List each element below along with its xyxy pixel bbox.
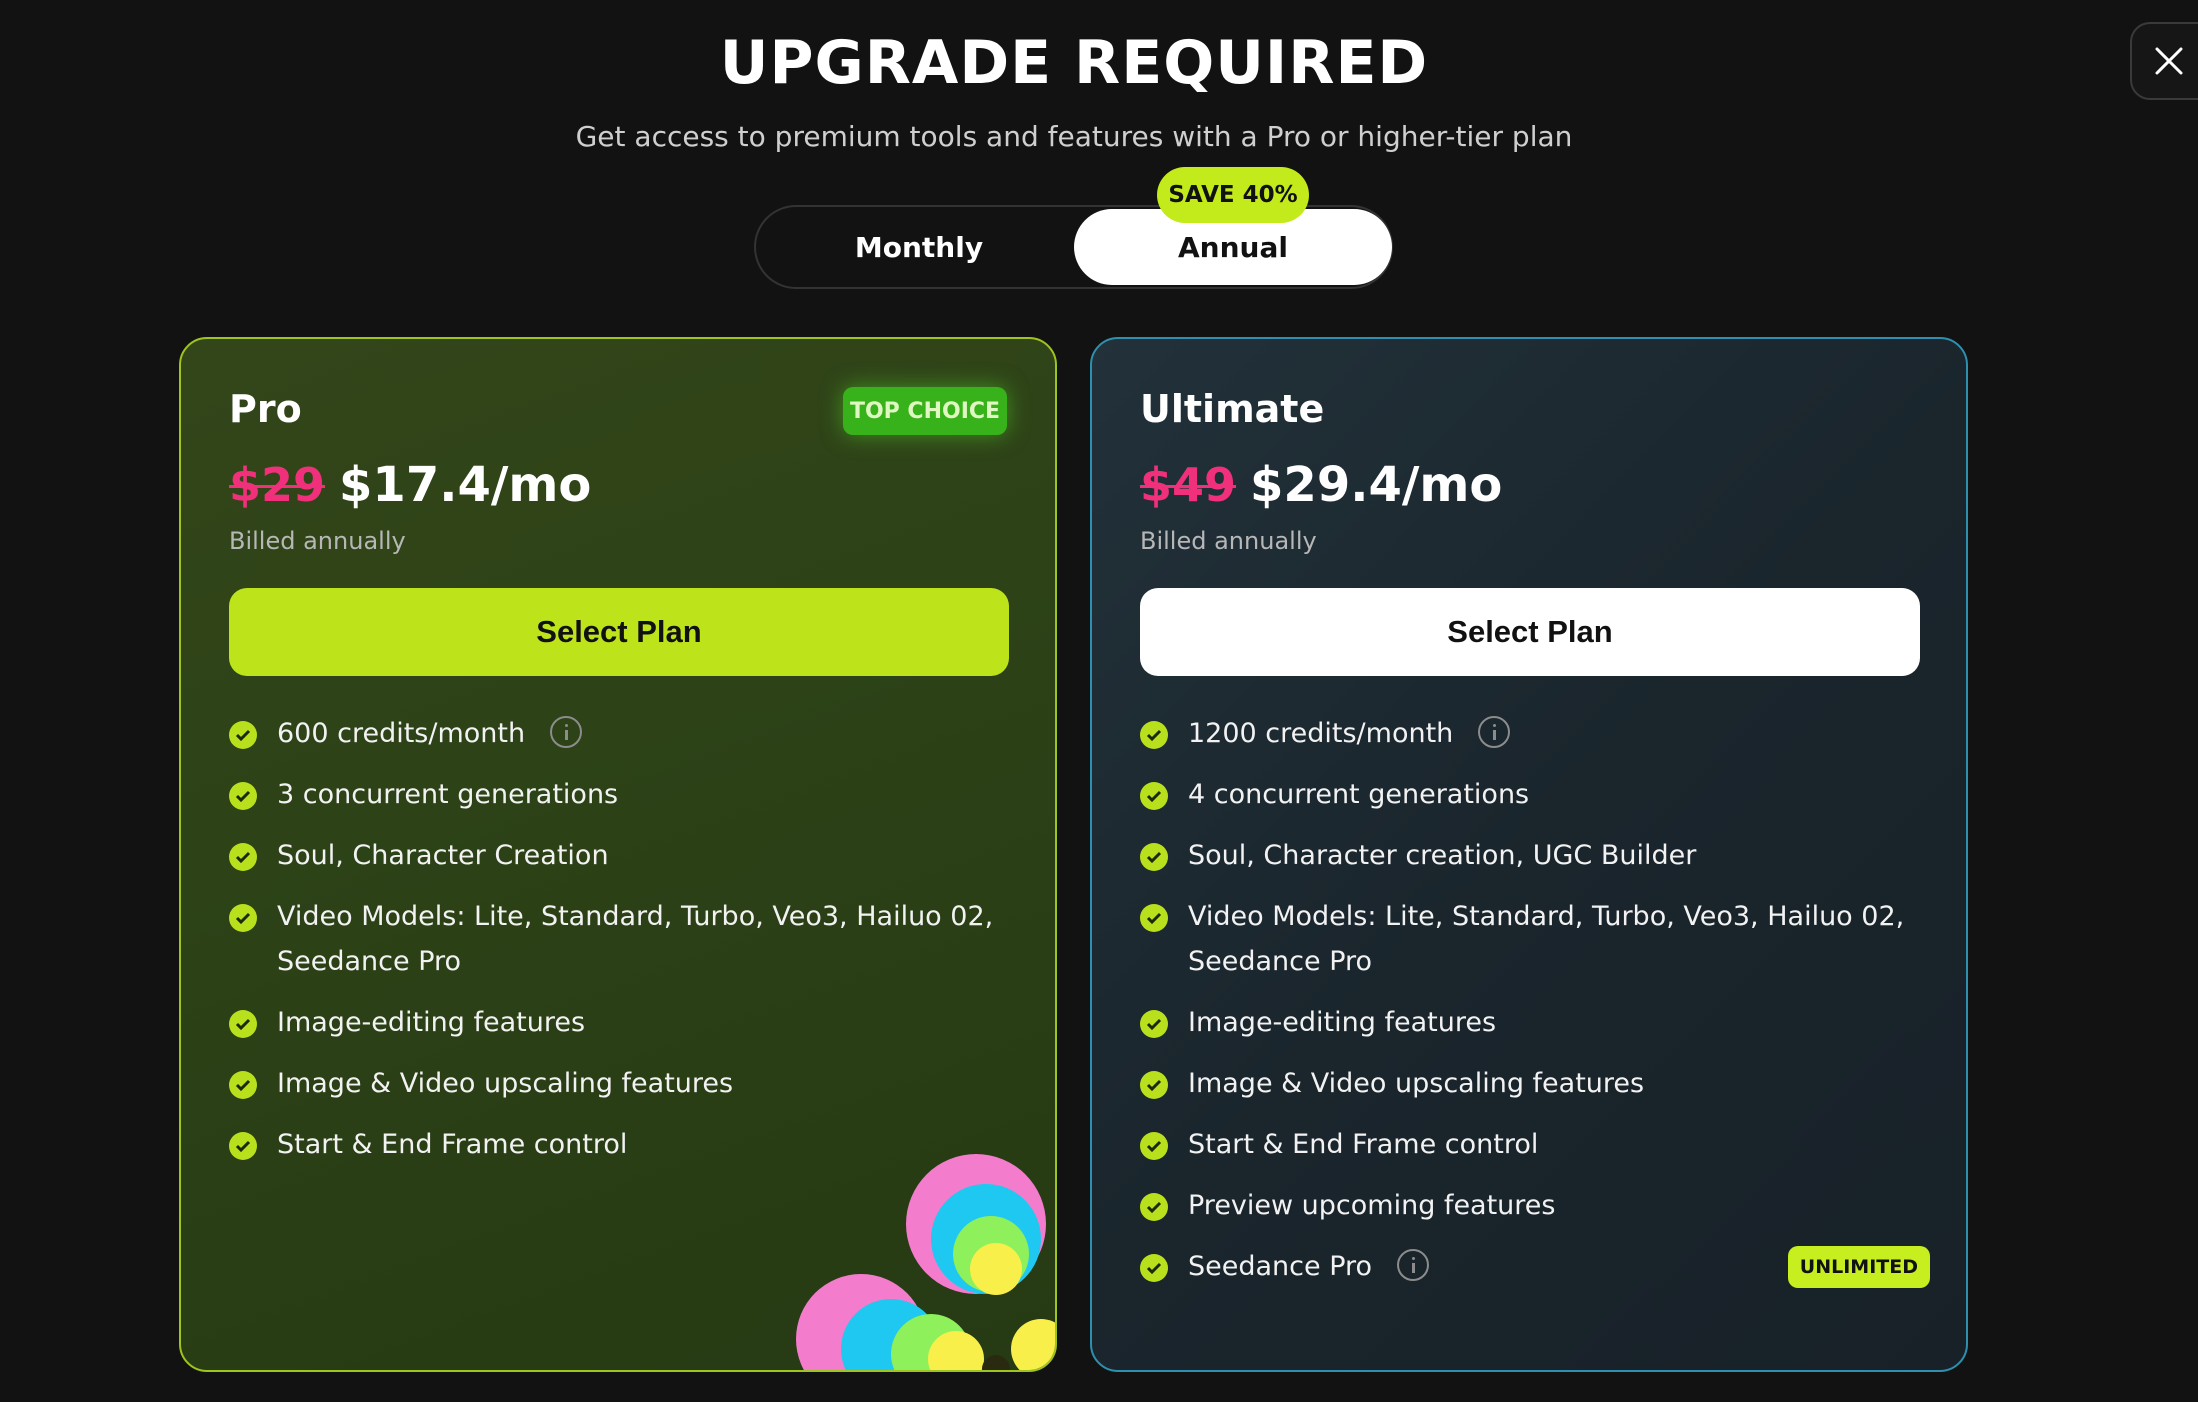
feature-label: Video Models: Lite, Standard, Turbo, Veo… [277, 901, 994, 977]
feature-item: Video Models: Lite, Standard, Turbo, Veo… [1140, 894, 1930, 984]
check-icon [1140, 1071, 1168, 1099]
feature-label: Seedance Pro [1188, 1251, 1373, 1282]
info-icon[interactable] [1477, 715, 1510, 748]
check-icon [229, 904, 257, 932]
check-icon [229, 1132, 257, 1160]
feature-list: 1200 credits/month 4 concurrent generati… [1140, 711, 1930, 1305]
check-icon [1140, 1132, 1168, 1160]
price-row: $49 $29.4/mo [1140, 457, 1502, 513]
check-icon [1140, 843, 1168, 871]
feature-label: Start & End Frame control [1188, 1129, 1539, 1160]
feature-label: Start & End Frame control [277, 1129, 628, 1160]
check-icon [229, 721, 257, 749]
feature-label: Image & Video upscaling features [277, 1068, 734, 1099]
check-icon [229, 1010, 257, 1038]
old-price: $29 [229, 458, 326, 512]
feature-label: Video Models: Lite, Standard, Turbo, Veo… [1188, 901, 1905, 977]
page-title: UPGRADE REQUIRED [719, 28, 1429, 98]
check-icon [1140, 1010, 1168, 1038]
price-row: $29 $17.4/mo [229, 457, 591, 513]
close-icon [2155, 47, 2183, 75]
feature-item: Preview upcoming features [1140, 1183, 1930, 1228]
feature-label: Image-editing features [277, 1007, 586, 1038]
flower-decoration-icon [796, 1154, 1055, 1370]
check-icon [229, 843, 257, 871]
plan-card-pro: Pro TOP CHOICE $29 $17.4/mo Billed annua… [179, 337, 1057, 1372]
feature-list: 600 credits/month 3 concurrent generatio… [229, 711, 1019, 1183]
check-icon [1140, 1254, 1168, 1282]
feature-item: Image & Video upscaling features [229, 1061, 1019, 1106]
upgrade-modal: UPGRADE REQUIRED Get access to premium t… [0, 0, 2198, 1402]
feature-item: 3 concurrent generations [229, 772, 1019, 817]
billing-note: Billed annually [1140, 527, 1317, 555]
select-plan-button[interactable]: Select Plan [1140, 588, 1920, 676]
save-badge: SAVE 40% [1157, 167, 1309, 223]
check-icon [1140, 904, 1168, 932]
feature-item: 1200 credits/month [1140, 711, 1930, 756]
check-icon [229, 1071, 257, 1099]
feature-item: Video Models: Lite, Standard, Turbo, Veo… [229, 894, 1019, 984]
select-plan-button[interactable]: Select Plan [229, 588, 1009, 676]
feature-item: Soul, Character Creation [229, 833, 1019, 878]
plan-name: Pro [229, 387, 302, 431]
feature-label: 3 concurrent generations [277, 779, 619, 810]
check-icon [229, 782, 257, 810]
plan-name: Ultimate [1140, 387, 1325, 431]
feature-label: Image & Video upscaling features [1188, 1068, 1645, 1099]
page-subtitle: Get access to premium tools and features… [575, 120, 1573, 153]
toggle-monthly[interactable]: Monthly [760, 209, 1078, 285]
check-icon [1140, 1193, 1168, 1221]
feature-label: Soul, Character creation, UGC Builder [1188, 840, 1697, 871]
top-choice-badge: TOP CHOICE [843, 387, 1007, 435]
info-icon[interactable] [1396, 1248, 1429, 1281]
new-price: $29.4/mo [1250, 457, 1503, 513]
feature-item: Seedance Pro UNLIMITED [1140, 1244, 1930, 1289]
info-icon[interactable] [549, 715, 582, 748]
feature-item: 600 credits/month [229, 711, 1019, 756]
billing-note: Billed annually [229, 527, 406, 555]
feature-label: Soul, Character Creation [277, 840, 609, 871]
feature-item: Image & Video upscaling features [1140, 1061, 1930, 1106]
feature-item: Image-editing features [1140, 1000, 1930, 1045]
feature-label: 4 concurrent generations [1188, 779, 1530, 810]
check-icon [1140, 782, 1168, 810]
feature-label: Image-editing features [1188, 1007, 1497, 1038]
feature-item: Soul, Character creation, UGC Builder [1140, 833, 1930, 878]
plan-card-ultimate: Ultimate $49 $29.4/mo Billed annually Se… [1090, 337, 1968, 1372]
check-icon [1140, 721, 1168, 749]
unlimited-badge: UNLIMITED [1787, 1246, 1930, 1288]
feature-item: Start & End Frame control [1140, 1122, 1930, 1167]
old-price: $49 [1140, 458, 1237, 512]
new-price: $17.4/mo [339, 457, 592, 513]
feature-label: 600 credits/month [277, 718, 526, 749]
feature-item: Image-editing features [229, 1000, 1019, 1045]
feature-item: 4 concurrent generations [1140, 772, 1930, 817]
feature-label: Preview upcoming features [1188, 1190, 1556, 1221]
feature-label: 1200 credits/month [1188, 718, 1454, 749]
